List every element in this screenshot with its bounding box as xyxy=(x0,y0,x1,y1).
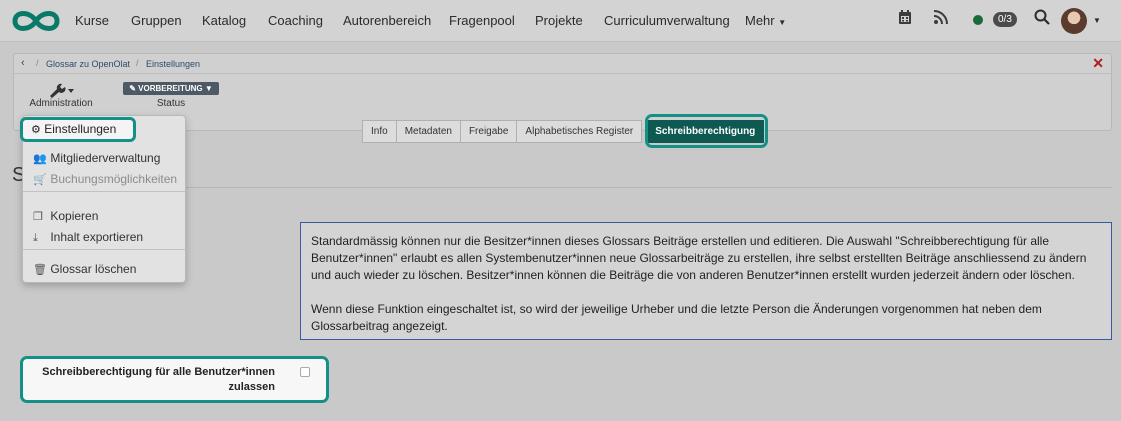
breadcrumb-einstellungen[interactable]: Einstellungen xyxy=(146,59,200,69)
menu-divider xyxy=(23,191,185,192)
breadcrumb-separator: / xyxy=(36,58,39,68)
online-status-dot xyxy=(973,15,983,25)
nav-projekte[interactable]: Projekte xyxy=(535,13,583,28)
top-navbar: Kurse Gruppen Katalog Coaching Autorenbe… xyxy=(0,0,1121,42)
download-icon: ⤓ xyxy=(33,232,38,244)
user-avatar[interactable] xyxy=(1061,8,1087,34)
menu-label: Glossar löschen xyxy=(50,262,137,276)
menu-label: Mitgliederverwaltung xyxy=(50,151,161,165)
info-box: Standardmässig können nur die Besitzer*i… xyxy=(300,222,1112,340)
menu-item-glossar-loeschen[interactable]: 🗑 Glossar löschen xyxy=(33,262,136,276)
breadcrumb-glossar[interactable]: Glossar zu OpenOlat xyxy=(46,59,130,69)
menu-label: Einstellungen xyxy=(44,122,117,136)
nav-gruppen[interactable]: Gruppen xyxy=(131,13,182,28)
nav-coaching[interactable]: Coaching xyxy=(268,13,323,28)
info-paragraph-1: Standardmässig können nur die Besitzer*i… xyxy=(311,234,1087,282)
menu-item-buchungsmoeglichkeiten: 🛒 Buchungsmöglichkeiten xyxy=(33,172,177,186)
tab-info[interactable]: Info xyxy=(362,120,397,143)
status-tool[interactable]: ✎ VORBEREITUNG ▼ Status xyxy=(121,82,221,109)
search-icon[interactable] xyxy=(1034,9,1050,30)
breadcrumb-separator: / xyxy=(136,58,139,68)
nav-mehr[interactable]: Mehr ▼ xyxy=(745,13,786,28)
calendar-icon[interactable] xyxy=(898,9,912,30)
nav-curriculumverwaltung[interactable]: Curriculumverwaltung xyxy=(604,13,730,28)
caret-down-icon: ▼ xyxy=(778,18,787,27)
menu-item-kopieren[interactable]: ❐ Kopieren xyxy=(33,209,98,223)
copy-icon: ❐ xyxy=(33,211,43,223)
breadcrumb: ‹ / Glossar zu OpenOlat / Einstellungen … xyxy=(14,54,1111,74)
menu-label: Kopieren xyxy=(50,209,99,223)
write-permission-label: Schreibberechtigung für alle Benutzer*in… xyxy=(42,366,275,393)
users-icon: 👥 xyxy=(33,153,47,165)
write-permission-checkbox[interactable] xyxy=(300,367,310,377)
nav-katalog[interactable]: Katalog xyxy=(202,13,246,28)
status-pill[interactable]: ✎ VORBEREITUNG ▼ xyxy=(123,82,219,95)
title-divider xyxy=(180,187,1112,188)
menu-divider xyxy=(23,249,185,250)
openolat-logo-icon[interactable] xyxy=(11,9,61,38)
status-label: Status xyxy=(156,98,186,109)
menu-label: Inhalt exportieren xyxy=(50,230,144,244)
tab-freigabe[interactable]: Freigabe xyxy=(459,120,518,143)
trash-icon: 🗑 xyxy=(33,264,47,276)
menu-item-inhalt-exportieren[interactable]: ⤓ Inhalt exportieren xyxy=(33,230,143,245)
administration-tool[interactable]: Administration xyxy=(26,82,96,109)
info-paragraph-2: Wenn diese Funktion eingeschaltet ist, s… xyxy=(311,302,1042,333)
nav-fragenpool[interactable]: Fragenpool xyxy=(449,13,515,28)
wrench-icon xyxy=(26,82,96,98)
close-icon[interactable]: ✕ xyxy=(1092,55,1104,72)
rss-icon[interactable] xyxy=(933,9,949,30)
avatar-caret-down-icon[interactable]: ▼ xyxy=(1093,16,1101,25)
tab-metadaten[interactable]: Metadaten xyxy=(395,120,461,143)
tab-highlight-frame xyxy=(645,114,768,148)
status-caret-down-icon: ▼ xyxy=(204,84,213,93)
menu-label: Buchungsmöglichkeiten xyxy=(50,172,178,186)
counter-badge[interactable]: 0/3 xyxy=(993,12,1017,27)
cart-icon: 🛒 xyxy=(33,174,47,186)
status-value: VORBEREITUNG xyxy=(138,84,203,93)
back-chevron-icon[interactable]: ‹ xyxy=(21,57,25,69)
nav-autorenbereich[interactable]: Autorenbereich xyxy=(343,13,431,28)
gears-icon: ⚙ xyxy=(31,124,41,136)
nav-mehr-label: Mehr xyxy=(745,13,775,28)
pencil-icon: ✎ xyxy=(129,84,136,93)
menu-item-mitgliederverwaltung[interactable]: 👥 Mitgliederverwaltung xyxy=(33,151,160,165)
administration-label: Administration xyxy=(29,98,93,109)
menu-item-einstellungen[interactable]: ⚙ Einstellungen xyxy=(20,117,136,142)
tab-alphabetisches-register[interactable]: Alphabetisches Register xyxy=(516,120,643,143)
nav-kurse[interactable]: Kurse xyxy=(75,13,109,28)
